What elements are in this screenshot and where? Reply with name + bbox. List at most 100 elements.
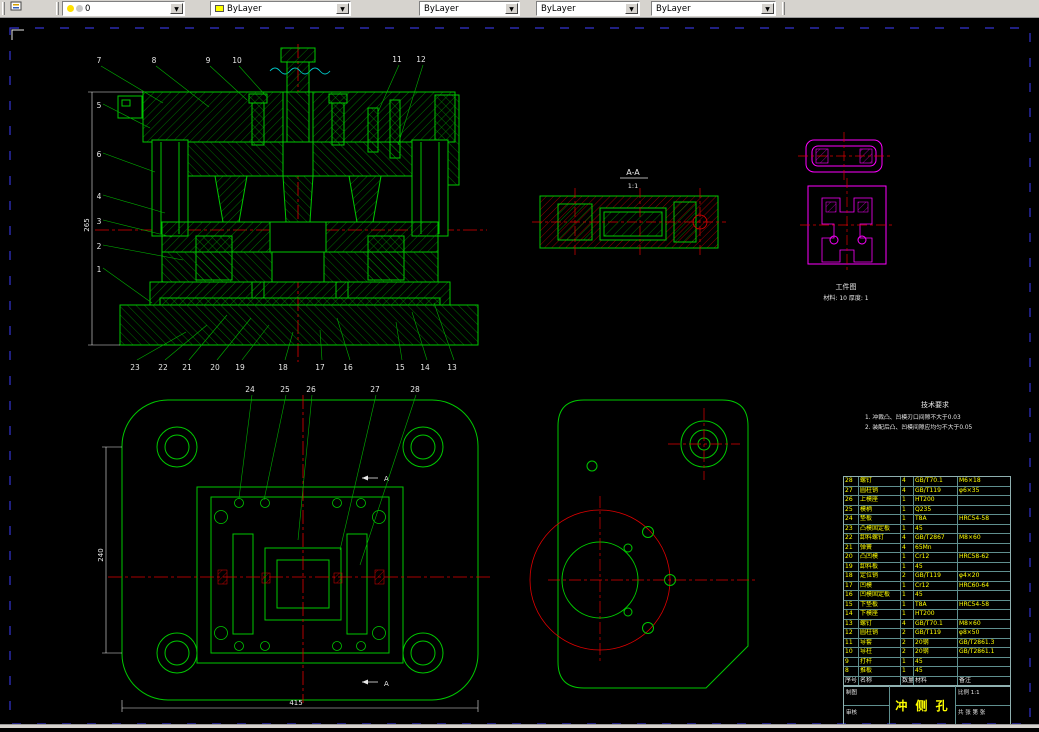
parts-table-row: 14 下模座 1 HT200 <box>844 610 1010 620</box>
window-bottom-edge <box>0 724 1039 728</box>
field-checked-by: 审核 <box>846 710 858 716</box>
workpiece-note: 材料: 10 厚度: 1 <box>823 294 868 302</box>
parts-table-row: 25 模柄 1 Q235 <box>844 505 1010 515</box>
callout-28: 28 <box>410 385 420 394</box>
layer-lock-icon <box>76 5 83 12</box>
parts-table-row: 13 螺钉 4 GB/T70.1 M8×60 <box>844 619 1010 629</box>
layer-dropdown[interactable]: 0 ▼ <box>62 1 185 16</box>
title-block: 制图 审核 冲 侧 孔 比例 1:1 共 张 第 张 <box>843 685 1011 726</box>
linetype-dropdown[interactable]: ByLayer ▼ <box>419 1 520 16</box>
callout-23: 23 <box>130 363 140 372</box>
parts-table-row: 20 凸凹模 1 Cr12 HRC58-62 <box>844 553 1010 563</box>
tech-requirements: 技术要求 1. 冲裁凸、凹模刃口间隙不大于0.03 2. 装配后凸、凹模间隙应均… <box>865 400 973 431</box>
callout-17: 17 <box>315 363 325 372</box>
chevron-down-icon[interactable]: ▼ <box>336 3 349 14</box>
lower-die-plan-view <box>529 399 758 689</box>
color-dropdown-value: ByLayer <box>227 3 262 14</box>
plotstyle-dropdown[interactable]: ByLayer ▼ <box>651 1 776 16</box>
chevron-down-icon[interactable]: ▼ <box>170 3 183 14</box>
parts-table-row: 27 圆柱销 4 GB/T119 φ6×35 <box>844 486 1010 496</box>
field-sheets: 共 张 第 张 <box>958 710 986 716</box>
parts-table-row: 10 导柱 2 20钢 GB/T2861.1 <box>844 648 1010 658</box>
chevron-down-icon[interactable]: ▼ <box>761 3 774 14</box>
field-drawn-by: 制图 <box>844 686 889 706</box>
callout-1: 1 <box>97 265 102 274</box>
toolbar-grip[interactable] <box>2 2 5 15</box>
parts-table-rows: 28 螺钉 4 GB/T70.1 M6×18 27 圆柱销 4 GB/T119 φ6×35 26 上模… <box>844 477 1010 677</box>
parts-table-row: 15 下垫板 1 T8A HRC54-58 <box>844 600 1010 610</box>
callout-2: 2 <box>97 242 102 251</box>
header-seq: 序号 <box>845 676 859 685</box>
parts-table-row: 17 凹模 1 Cr12 HRC60-64 <box>844 581 1010 591</box>
drawing-canvas[interactable]: 265 7 8 9 10 11 12 5 6 4 3 2 1 23 22 21 … <box>0 18 1039 728</box>
aa-label: A-A <box>626 168 640 177</box>
chevron-down-icon[interactable]: ▼ <box>625 3 638 14</box>
plotstyle-dropdown-value: ByLayer <box>656 3 691 14</box>
callout-8: 8 <box>152 56 157 65</box>
parts-table-row: 16 凹模固定板 1 45 <box>844 591 1010 601</box>
lineweight-dropdown[interactable]: ByLayer ▼ <box>536 1 640 16</box>
header-material: 材料 <box>914 676 958 685</box>
field-scale: 比例 1:1 <box>956 686 1010 706</box>
properties-toolbar: 0 ▼ ByLayer ▼ ByLayer ▼ ByLayer ▼ ByLaye… <box>0 0 1039 18</box>
callout-14: 14 <box>420 363 430 372</box>
callout-7: 7 <box>97 56 102 65</box>
callout-15: 15 <box>395 363 405 372</box>
callout-6: 6 <box>97 150 102 159</box>
callout-21: 21 <box>182 363 192 372</box>
aa-section-view: A-A 1:1 <box>532 168 726 258</box>
callout-16: 16 <box>343 363 353 372</box>
callout-18: 18 <box>278 363 288 372</box>
callout-12: 12 <box>416 55 426 64</box>
callout-10: 10 <box>232 56 242 65</box>
color-dropdown[interactable]: ByLayer ▼ <box>210 1 351 16</box>
parts-table-row: 19 卸料板 1 45 <box>844 562 1010 572</box>
parts-table-row: 23 凸模固定板 1 45 <box>844 524 1010 534</box>
lineweight-dropdown-value: ByLayer <box>541 3 576 14</box>
callout-26: 26 <box>306 385 316 394</box>
callout-13: 13 <box>447 363 457 372</box>
parts-table-row: 9 打杆 1 45 <box>844 657 1010 667</box>
dim-section-height: 265 <box>83 218 91 231</box>
tech-req-title: 技术要求 <box>921 400 949 409</box>
drawing-title: 冲 侧 孔 <box>890 686 956 725</box>
parts-table-row: 21 弹簧 4 65Mn <box>844 543 1010 553</box>
parts-table-row: 24 垫板 1 T8A HRC54-58 <box>844 515 1010 525</box>
dim-plan-width: 415 <box>289 699 302 707</box>
aa-scale: 1:1 <box>628 182 638 190</box>
callout-11: 11 <box>392 55 402 64</box>
chevron-down-icon[interactable]: ▼ <box>505 3 518 14</box>
toolbar-grip[interactable] <box>56 2 59 15</box>
dim-plan-height: 240 <box>97 548 105 561</box>
callout-20: 20 <box>210 363 220 372</box>
callout-25: 25 <box>280 385 290 394</box>
layers-icon-glyph <box>10 1 22 11</box>
parts-table-row: 8 推板 1 45 <box>844 667 1010 677</box>
main-section-view <box>95 44 487 362</box>
parts-table-row: 11 导套 2 20钢 GB/T2861.3 <box>844 638 1010 648</box>
callout-19: 19 <box>235 363 245 372</box>
toolbar-grip[interactable] <box>782 2 785 15</box>
plan-view: A A 24 25 26 27 28 240 415 <box>97 385 492 712</box>
callout-27: 27 <box>370 385 380 394</box>
title-block-right: 比例 1:1 共 张 第 张 <box>956 686 1010 725</box>
callout-3: 3 <box>97 217 102 226</box>
color-swatch <box>215 5 224 12</box>
layer-dropdown-value: 0 <box>85 3 91 14</box>
layer-on-icon <box>67 5 74 12</box>
callout-5: 5 <box>97 101 102 110</box>
callout-22: 22 <box>158 363 168 372</box>
title-block-left: 制图 审核 <box>844 686 890 725</box>
layers-icon[interactable] <box>10 1 27 16</box>
parts-table-row: 22 卸料螺钉 4 GB/T2867 M8×60 <box>844 534 1010 544</box>
parts-table-row: 18 定位销 2 GB/T119 φ4×20 <box>844 572 1010 582</box>
callout-24: 24 <box>245 385 255 394</box>
section-mark-a-bottom: A <box>384 680 389 688</box>
header-qty: 数量 <box>902 676 914 685</box>
parts-table-row: 12 圆柱销 2 GB/T119 φ8×50 <box>844 629 1010 639</box>
callout-9: 9 <box>206 56 211 65</box>
tech-req-line1: 1. 冲裁凸、凹模刃口间隙不大于0.03 <box>865 413 961 421</box>
parts-table-row: 28 螺钉 4 GB/T70.1 M6×18 <box>844 477 1010 487</box>
header-note: 备注 <box>959 676 972 684</box>
tech-req-line2: 2. 装配后凸、凹模间隙应均匀不大于0.05 <box>865 423 973 431</box>
